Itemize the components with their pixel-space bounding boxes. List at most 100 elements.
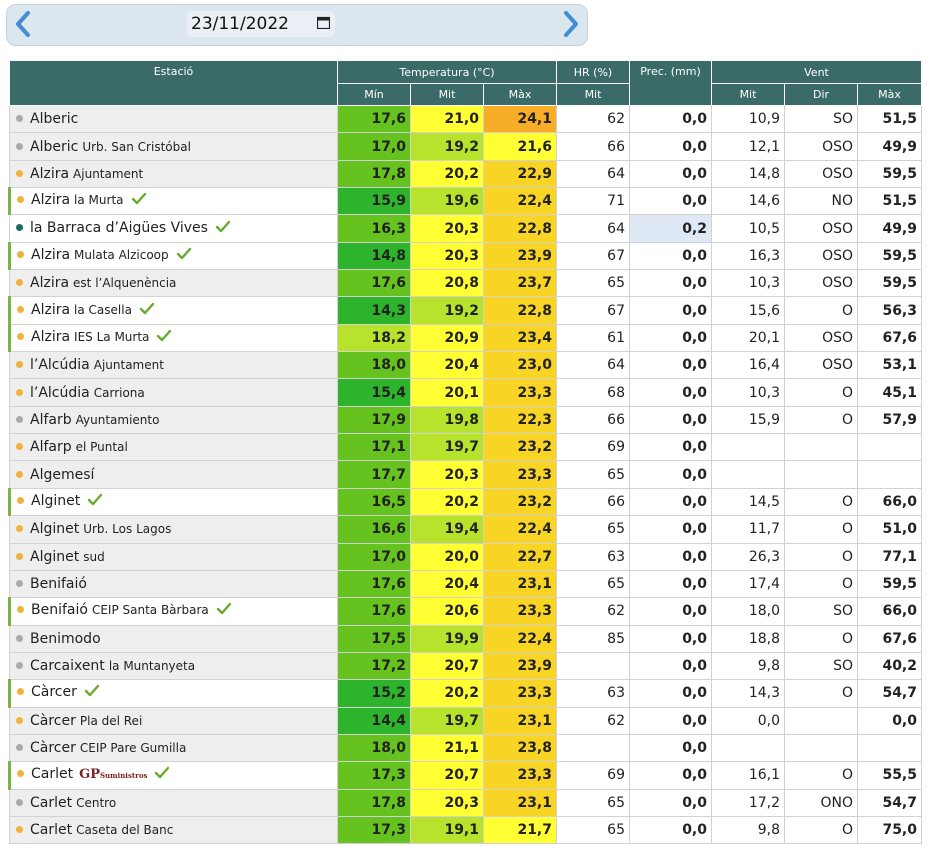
station-name[interactable]: Càrcer xyxy=(30,740,76,756)
temp-avg-header[interactable]: Mit xyxy=(410,83,484,106)
table-row[interactable]: Alginet Urb. Los Lagos 16,6 19,4 22,4 65 0,0 11… xyxy=(9,515,922,544)
station-name[interactable]: Alzira xyxy=(31,329,70,345)
chevron-right-icon[interactable] xyxy=(555,7,585,41)
table-row[interactable]: Alfarp el Puntal 17,1 19,7 23,2 69 0,0 xyxy=(9,433,922,462)
station-name[interactable]: Benifaió xyxy=(30,576,87,592)
station-cell[interactable]: Carlet Caseta del Banc xyxy=(9,815,338,845)
station-cell[interactable]: Carlet GPSuministros xyxy=(8,761,338,790)
station-header[interactable]: Estació xyxy=(9,60,338,106)
station-name[interactable]: Alzira xyxy=(31,247,70,263)
chevron-left-icon[interactable] xyxy=(9,7,39,41)
station-cell[interactable]: Alzira Mulata Alzicoop xyxy=(8,241,338,271)
station-cell[interactable]: Benifaió CEIP Santa Bàrbara xyxy=(8,597,338,626)
table-row[interactable]: l’Alcúdia Carriona 15,4 20,1 23,3 68 0,0 10,3 O 4… xyxy=(9,378,922,407)
table-row[interactable]: Alzira Ajuntament 17,8 20,2 22,9 64 0,0 14,8 OSO… xyxy=(9,159,922,189)
station-name[interactable]: Carlet xyxy=(30,795,72,811)
station-cell[interactable]: Alginet xyxy=(8,487,338,517)
station-name[interactable]: Alzira xyxy=(30,275,69,291)
station-cell[interactable]: Càrcer xyxy=(8,679,338,708)
table-row[interactable]: Carlet GPSuministros 17,3 20,7 23,3 69 0,0 16,1… xyxy=(8,761,922,790)
temp-min-cell: 15,9 xyxy=(337,187,411,216)
station-name[interactable]: Càrcer xyxy=(30,713,76,729)
station-cell[interactable]: Càrcer Pla del Rei xyxy=(9,706,338,735)
station-cell[interactable]: Carlet Centro xyxy=(9,788,338,817)
station-cell[interactable]: Benifaió xyxy=(9,569,338,599)
station-name[interactable]: Alberic xyxy=(30,139,78,155)
station-cell[interactable]: Alginet Urb. Los Lagos xyxy=(9,515,338,544)
table-row[interactable]: Alberic Urb. San Cristóbal 17,0 19,2 21,6 66 0… xyxy=(9,132,922,161)
table-row[interactable]: Càrcer 15,2 20,2 23,3 63 0,0 14,3 O 54,7 xyxy=(8,679,922,708)
station-cell[interactable]: Alzira IES La Murta xyxy=(8,323,338,353)
table-row[interactable]: Alzira la Murta 15,9 19,6 22,4 71 0,0 14,6 NO 51,… xyxy=(8,187,922,216)
station-cell[interactable]: Alberic xyxy=(9,104,338,134)
station-name[interactable]: la Barraca d’Aigües Vives xyxy=(30,220,208,236)
table-row[interactable]: la Barraca d’Aigües Vives 16,3 20,3 22,8 64 0… xyxy=(9,214,922,243)
table-row[interactable]: Carlet Centro 17,8 20,3 23,1 65 0,0 17,2 ONO 54,7 xyxy=(9,788,922,817)
station-cell[interactable]: l’Alcúdia Carriona xyxy=(9,378,338,407)
station-subname: la Casella xyxy=(74,302,132,317)
station-name[interactable]: Carlet xyxy=(30,822,72,838)
station-name[interactable]: Alzira xyxy=(31,192,70,208)
table-row[interactable]: l’Alcúdia Ajuntament 18,0 20,4 23,0 64 0,0 16,4… xyxy=(9,351,922,380)
station-name[interactable]: Alginet xyxy=(31,493,80,509)
station-name[interactable]: Benimodo xyxy=(30,631,101,647)
station-cell[interactable]: Carcaixent la Muntanyeta xyxy=(9,651,338,681)
status-dot-icon xyxy=(17,332,24,340)
date-input[interactable]: 23/11/2022 xyxy=(187,11,335,37)
station-name[interactable]: Alzira xyxy=(31,302,70,318)
table-row[interactable]: Alzira est l’Alquenència 17,6 20,8 23,7 65 0,0… xyxy=(9,269,922,298)
table-row[interactable]: Alzira Mulata Alzicoop 14,8 20,3 23,9 67 0,0 16… xyxy=(8,241,922,271)
wind-dir-header[interactable]: Dir xyxy=(784,83,858,106)
temp-max-header[interactable]: Màx xyxy=(483,83,557,106)
station-name[interactable]: Alberic xyxy=(30,111,78,127)
wind-avg-cell: 10,3 xyxy=(711,378,785,407)
station-name[interactable]: Alfarp xyxy=(30,439,72,455)
station-cell[interactable]: Càrcer CEIP Pare Gumilla xyxy=(9,733,338,763)
table-row[interactable]: Algemesí 17,7 20,3 23,3 65 0,0 xyxy=(9,460,922,489)
hr-avg-header[interactable]: Mit xyxy=(556,83,630,106)
station-cell[interactable]: Algemesí xyxy=(9,460,338,489)
station-name[interactable]: Càrcer xyxy=(31,684,77,700)
station-cell[interactable]: Alzira Ajuntament xyxy=(9,159,338,189)
table-row[interactable]: Càrcer Pla del Rei 14,4 19,7 23,1 62 0,0 0,0 0,0 xyxy=(9,706,922,735)
table-row[interactable]: Carcaixent la Muntanyeta 17,2 20,7 23,9 0,0 9,… xyxy=(9,651,922,681)
table-row[interactable]: Alzira la Casella 14,3 19,2 22,8 67 0,0 15,6 O 56… xyxy=(8,296,922,325)
wind-avg-header[interactable]: Mit xyxy=(711,83,785,106)
table-row[interactable]: Alfarb Ayuntamiento 17,9 19,8 22,3 66 0,0 15,9 O… xyxy=(9,405,922,435)
table-row[interactable]: Alginet 16,5 20,2 23,2 66 0,0 14,5 O 66,0 xyxy=(8,487,922,517)
station-name[interactable]: Carcaixent xyxy=(30,658,105,674)
station-name[interactable]: Carlet xyxy=(31,766,73,782)
station-name[interactable]: Alfarb xyxy=(30,412,72,428)
station-cell[interactable]: Alberic Urb. San Cristóbal xyxy=(9,132,338,161)
precipitation-header[interactable]: Prec. (mm) xyxy=(629,60,712,106)
station-name[interactable]: Algemesí xyxy=(30,467,94,483)
station-cell[interactable]: Alfarb Ayuntamiento xyxy=(9,405,338,435)
calendar-icon[interactable] xyxy=(317,16,330,29)
temp-max-cell: 23,1 xyxy=(483,706,557,735)
wind-max-header[interactable]: Màx xyxy=(857,83,922,106)
station-name[interactable]: Benifaió xyxy=(31,602,88,618)
station-cell[interactable]: Benimodo xyxy=(9,624,338,653)
table-row[interactable]: Benifaió 17,6 20,4 23,1 65 0,0 17,4 O 59,5 xyxy=(9,569,922,599)
station-name[interactable]: Alzira xyxy=(30,166,69,182)
station-cell[interactable]: Alzira est l’Alquenència xyxy=(9,269,338,298)
table-row[interactable]: Càrcer CEIP Pare Gumilla 18,0 21,1 23,8 0,0 xyxy=(9,733,922,763)
station-name[interactable]: Alginet xyxy=(30,549,79,565)
station-cell[interactable]: Alfarp el Puntal xyxy=(9,433,338,462)
table-row[interactable]: Alberic 17,6 21,0 24,1 62 0,0 10,9 SO 51,5 xyxy=(9,104,922,134)
table-row[interactable]: Alginet sud 17,0 20,0 22,7 63 0,0 26,3 O 77,1 xyxy=(9,542,922,571)
temp-min-header[interactable]: Mín xyxy=(337,83,411,106)
table-row[interactable]: Alzira IES La Murta 18,2 20,9 23,4 61 0,0 20,1 O… xyxy=(8,323,922,353)
station-cell[interactable]: Alzira la Casella xyxy=(8,296,338,325)
table-row[interactable]: Carlet Caseta del Banc 17,3 19,1 21,7 65 0,0 9,… xyxy=(9,815,922,845)
table-row[interactable]: Benifaió CEIP Santa Bàrbara 17,6 20,6 23,3 62… xyxy=(8,597,922,626)
wind-avg-cell: 18,0 xyxy=(711,597,785,626)
station-cell[interactable]: Alginet sud xyxy=(9,542,338,571)
station-cell[interactable]: l’Alcúdia Ajuntament xyxy=(9,351,338,380)
station-name[interactable]: Alginet xyxy=(30,521,79,537)
table-row[interactable]: Benimodo 17,5 19,9 22,4 85 0,0 18,8 O 67,6 xyxy=(9,624,922,653)
station-name[interactable]: l’Alcúdia xyxy=(30,357,90,373)
station-name[interactable]: l’Alcúdia xyxy=(30,385,90,401)
station-cell[interactable]: Alzira la Murta xyxy=(8,187,338,216)
station-cell[interactable]: la Barraca d’Aigües Vives xyxy=(9,214,338,243)
